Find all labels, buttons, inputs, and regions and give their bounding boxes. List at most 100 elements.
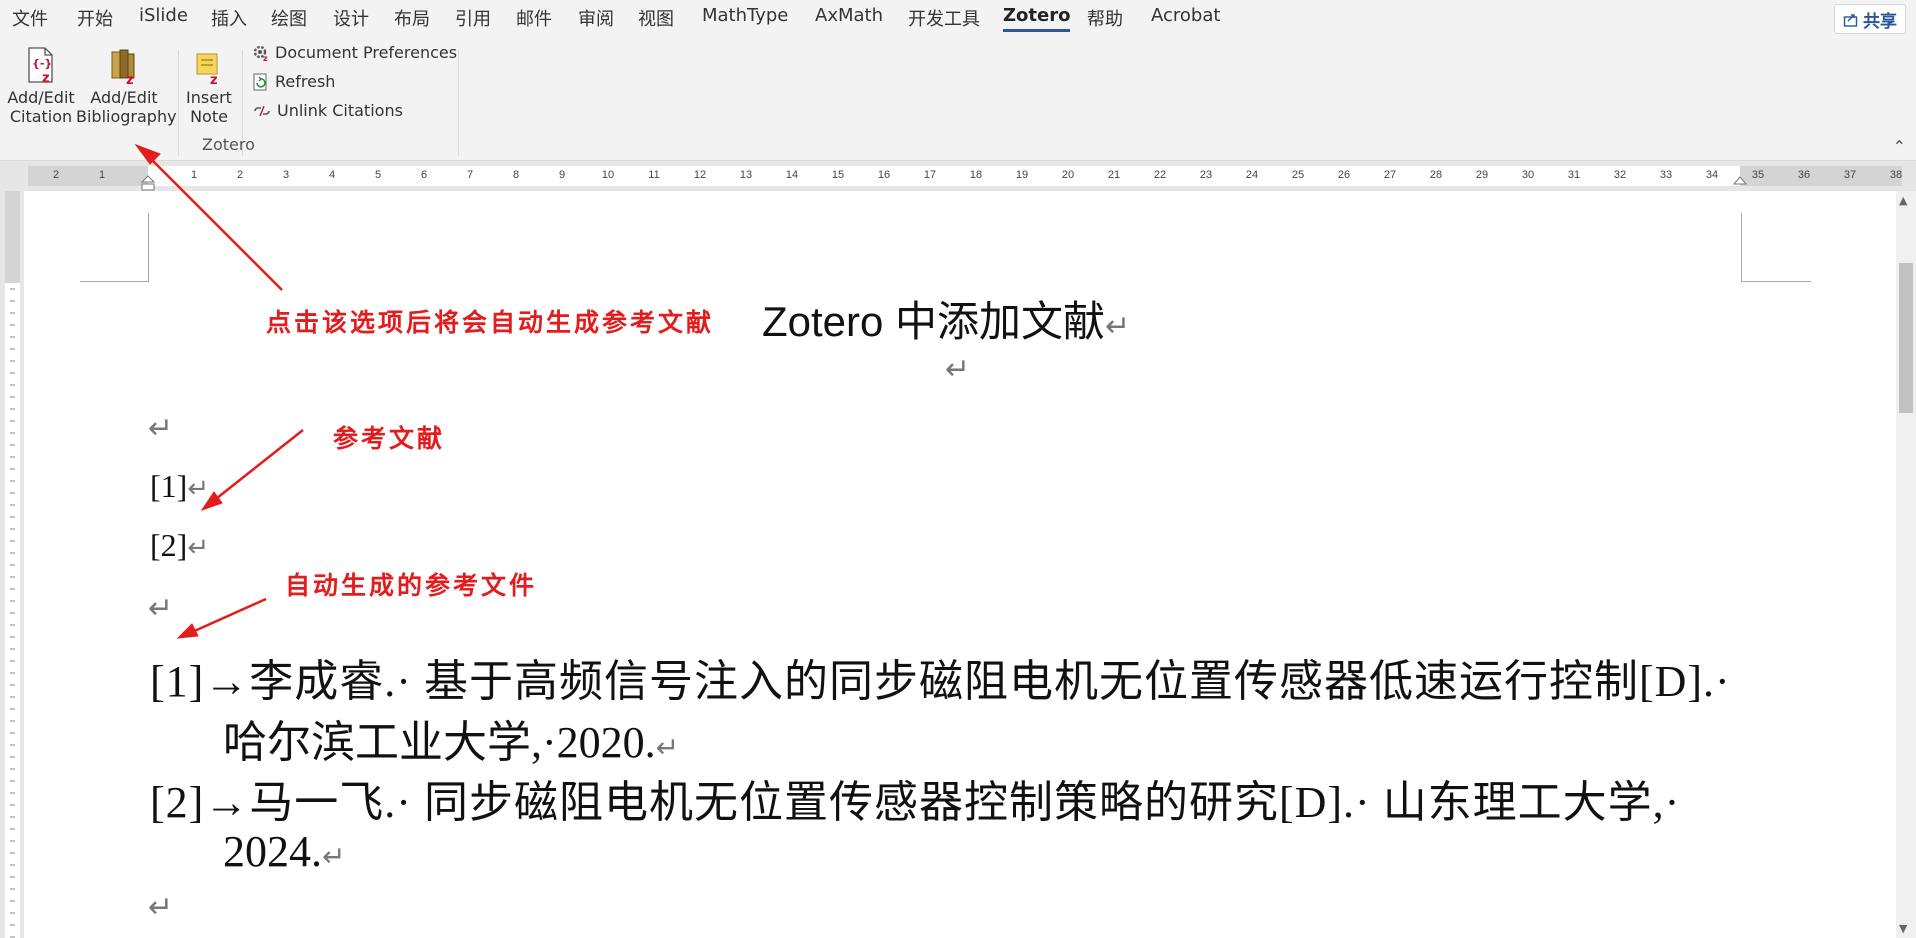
ruler-tick: 6: [420, 169, 428, 181]
bibliography-entry-2[interactable]: [2]→马一飞.· 同步磁阻电机无位置传感器控制策略的研究[D].· 山东理工大…: [150, 766, 1680, 830]
insert-note-button[interactable]: z Insert Note: [184, 46, 234, 126]
collapse-ribbon-icon[interactable]: ⌃: [1893, 137, 1906, 156]
ruler-tick: 27: [1383, 169, 1397, 181]
citation-1-text: [1]: [150, 468, 188, 504]
horizontal-ruler[interactable]: 2 1 1 2 3 4 5 6 7 8 9 10 11 12 13 14 15 16 17 18 19 20 21 22 2…: [0, 161, 1916, 191]
ruler-tick: 16: [877, 169, 891, 181]
ruler-tick: 19: [1015, 169, 1029, 181]
tab-view[interactable]: 视图: [638, 5, 674, 31]
refresh-icon: [253, 73, 267, 90]
tab-references[interactable]: 引用: [455, 5, 491, 31]
paragraph-mark: ↵: [148, 890, 174, 925]
vertical-scrollbar[interactable]: ▲ ▼: [1896, 191, 1916, 938]
citation-icon: {-} z: [28, 47, 53, 86]
tab-mathtype[interactable]: MathType: [702, 5, 788, 26]
unlink-icon: [254, 105, 270, 116]
gear-icon: z: [253, 45, 268, 62]
ruler-text-area: [148, 166, 1740, 186]
bibliography-entry-2-cont-text: 2024.: [223, 827, 322, 876]
ruler-tick: 37: [1843, 169, 1857, 181]
document-preferences-button[interactable]: z Document Preferences: [252, 43, 457, 62]
vertical-ruler[interactable]: [0, 191, 24, 938]
ruler-tick: 30: [1521, 169, 1535, 181]
ruler-tick: 21: [1107, 169, 1121, 181]
tab-insert[interactable]: 插入: [211, 5, 247, 31]
title-text: Zotero 中添加文献: [762, 298, 1106, 345]
ruler-tick: 23: [1199, 169, 1213, 181]
ribbon-zotero-panel: {-} z Add/Edit Citation z Add/Edit Bibli…: [0, 34, 1916, 161]
svg-text:z: z: [42, 71, 50, 86]
ruler-tick: 24: [1245, 169, 1259, 181]
ribbon-tab-bar: 文件 开始 iSlide 插入 绘图 设计 布局 引用 邮件 审阅 视图 Mat…: [0, 0, 1916, 34]
tab-zotero[interactable]: Zotero: [1003, 5, 1071, 32]
tab-home[interactable]: 开始: [77, 5, 113, 31]
ruler-tick: 31: [1567, 169, 1581, 181]
ruler-tick: 7: [466, 169, 474, 181]
bibliography-entry-1[interactable]: [1]→李成睿.· 基于高频信号注入的同步磁阻电机无位置传感器低速运行控制[D]…: [150, 645, 1731, 709]
annotation-bibliography-hint: 点击该选项后将会自动生成参考文献: [266, 308, 715, 337]
citation-2-text: [2]: [150, 527, 188, 563]
ruler-tick: 28: [1429, 169, 1443, 181]
add-edit-bibliography-line1: Add/Edit: [90, 88, 158, 107]
tab-design[interactable]: 设计: [333, 5, 369, 31]
tab-axmath[interactable]: AxMath: [815, 5, 883, 26]
unlink-citations-button[interactable]: Unlink Citations: [252, 101, 403, 120]
indent-marker-icon[interactable]: [141, 175, 155, 191]
annotation-citation-label: 参考文献: [333, 424, 446, 453]
right-indent-marker-icon[interactable]: [1733, 175, 1747, 185]
ruler-tick: 2: [236, 169, 244, 181]
bibliography-entry-2-cont[interactable]: 2024.↵: [223, 826, 345, 877]
share-button[interactable]: 共享: [1834, 4, 1906, 34]
svg-text:{-}: {-}: [32, 57, 52, 70]
ruler-tick: 36: [1797, 169, 1811, 181]
tab-developer[interactable]: 开发工具: [908, 5, 980, 31]
paragraph-mark: ↵: [187, 474, 210, 504]
tab-layout[interactable]: 布局: [394, 5, 430, 31]
paragraph-mark: ↵: [945, 352, 971, 387]
ruler-tick: 17: [923, 169, 937, 181]
ruler-tick: 38: [1889, 169, 1903, 181]
citation-1[interactable]: [1]↵: [150, 468, 209, 505]
ruler-tick: 13: [739, 169, 753, 181]
vertical-ruler-marks: [10, 288, 15, 938]
citation-2[interactable]: [2]↵: [150, 527, 209, 564]
tab-help[interactable]: 帮助: [1087, 5, 1123, 31]
tab-islide[interactable]: iSlide: [139, 5, 188, 26]
crop-mark: [1741, 281, 1811, 282]
ruler-tick: 3: [282, 169, 290, 181]
crop-mark: [148, 213, 149, 281]
add-edit-citation-button[interactable]: {-} z Add/Edit Citation: [6, 46, 76, 126]
tab-mailings[interactable]: 邮件: [516, 5, 552, 31]
document-title[interactable]: Zotero 中添加文献↵: [762, 288, 1130, 349]
tab-file[interactable]: 文件: [12, 5, 48, 31]
bibliography-icon: z: [111, 49, 135, 86]
scrollbar-thumb[interactable]: [1899, 263, 1913, 413]
tab-acrobat[interactable]: Acrobat: [1151, 5, 1220, 26]
ruler-tick: 15: [831, 169, 845, 181]
crop-mark: [80, 281, 149, 282]
ruler-tick: 34: [1705, 169, 1719, 181]
ruler-tick: 26: [1337, 169, 1351, 181]
refresh-button[interactable]: Refresh: [252, 72, 335, 91]
annotation-auto-generated: 自动生成的参考文件: [285, 571, 538, 600]
ruler-tick: 35: [1751, 169, 1765, 181]
tab-draw[interactable]: 绘图: [271, 5, 307, 31]
crop-mark: [1741, 213, 1742, 281]
ruler-tick: 9: [558, 169, 566, 181]
share-label: 共享: [1863, 11, 1897, 32]
svg-text:z: z: [263, 54, 268, 62]
tab-review[interactable]: 审阅: [578, 5, 614, 31]
ruler-tick: 11: [648, 169, 660, 181]
add-edit-citation-line1: Add/Edit: [7, 88, 75, 107]
ruler-tick: 8: [512, 169, 520, 181]
scroll-down-icon[interactable]: ▼: [1899, 922, 1907, 935]
scroll-up-icon[interactable]: ▲: [1899, 194, 1907, 207]
ruler-tick: 32: [1613, 169, 1627, 181]
share-icon: [1843, 14, 1858, 27]
add-edit-bibliography-button[interactable]: z Add/Edit Bibliography: [76, 46, 177, 126]
bibliography-entry-1-cont[interactable]: 哈尔滨工业大学,·2020.↵: [223, 706, 679, 770]
ruler-margin-area: [5, 191, 20, 283]
ruler-tick: 22: [1153, 169, 1167, 181]
ruler-tick: 4: [328, 169, 336, 181]
ruler-tick: 1: [98, 169, 106, 181]
